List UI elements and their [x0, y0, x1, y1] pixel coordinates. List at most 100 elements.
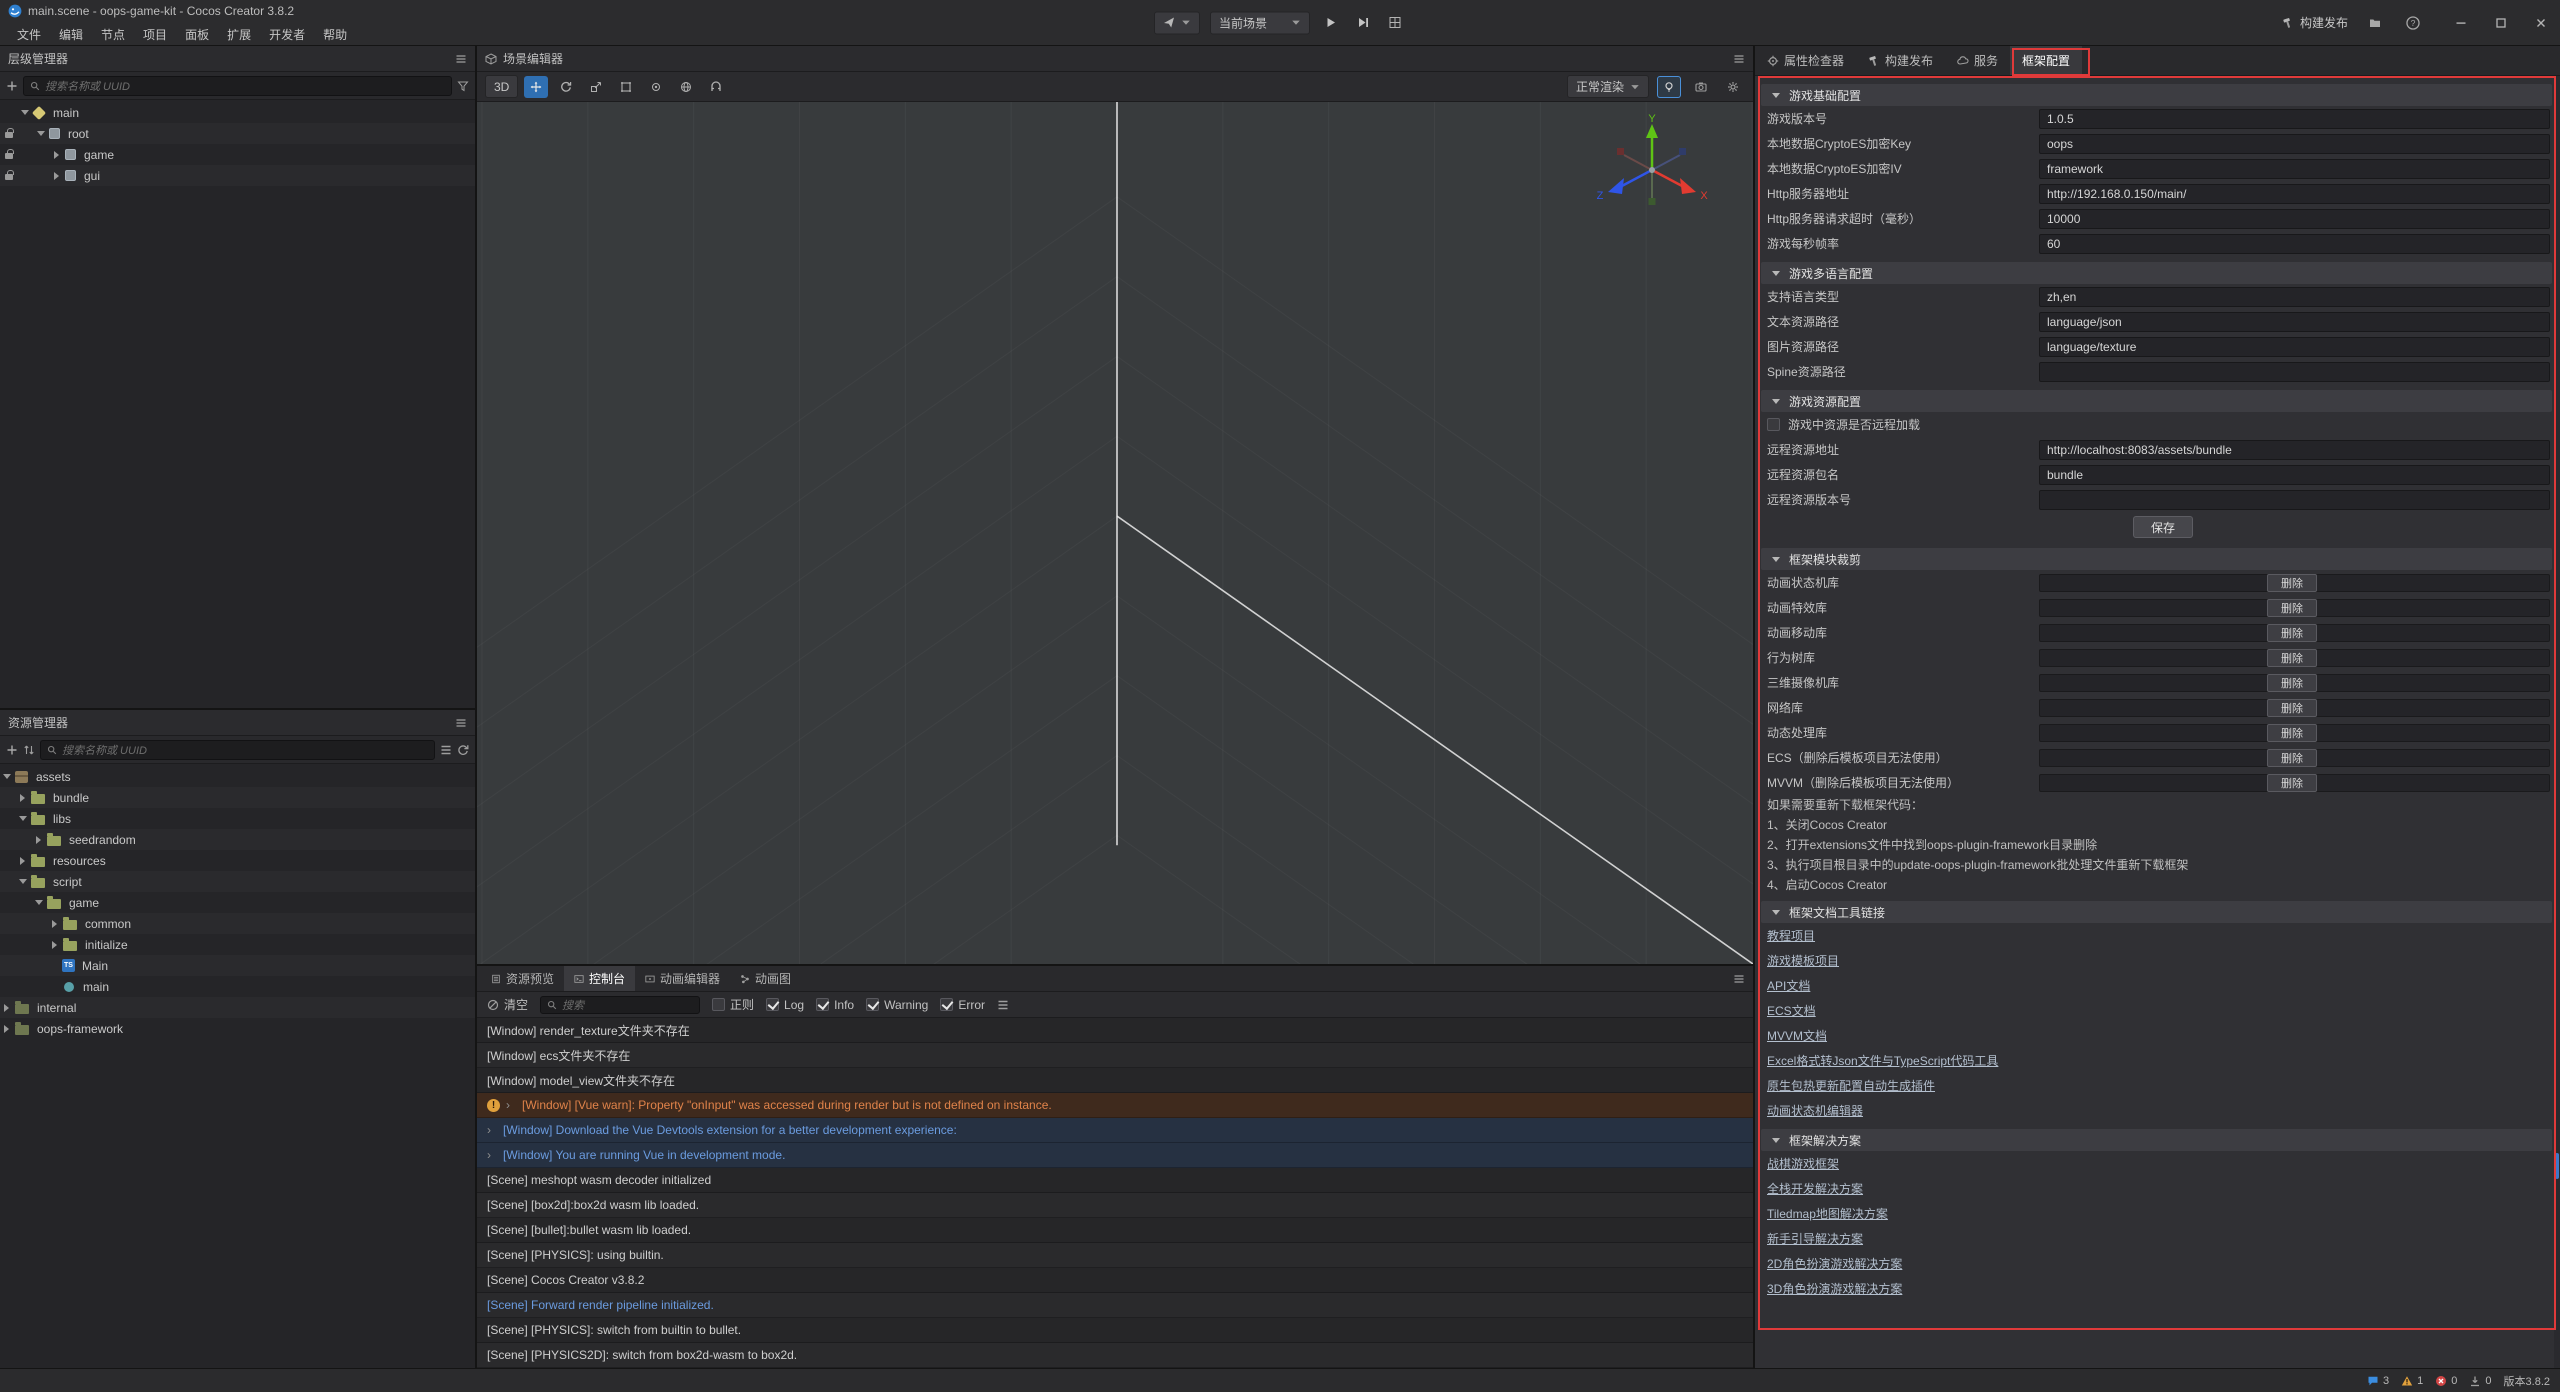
move-tool-button[interactable] [524, 76, 548, 98]
console-filter-regex[interactable]: 正则 [712, 996, 754, 1013]
inspector-tab-framework-config[interactable]: 框架配置 [2010, 46, 2082, 75]
expand-arrow-icon[interactable] [3, 774, 11, 779]
asset-node[interactable]: oops-framework [0, 1018, 475, 1039]
snap-toggle-button[interactable] [704, 76, 728, 98]
panel-menu-icon[interactable] [455, 717, 467, 729]
lock-icon[interactable] [5, 132, 13, 138]
panel-menu-icon[interactable] [1733, 53, 1745, 65]
console-clear-button[interactable]: 清空 [487, 996, 528, 1013]
texture-path-input[interactable]: language/texture [2039, 337, 2550, 357]
minimize-button[interactable] [2450, 12, 2472, 34]
console-filter-log[interactable]: Log [766, 998, 804, 1012]
asset-node[interactable]: initialize [0, 934, 475, 955]
log-row[interactable]: ›[Window] Download the Vue Devtools exte… [477, 1118, 1753, 1143]
hierarchy-filter-icon[interactable] [457, 80, 469, 92]
inspector-tab-build[interactable]: 构建发布 [1856, 46, 1945, 75]
doc-link[interactable]: MVVM文档 [1767, 1027, 1827, 1044]
console-search-input[interactable]: 搜索 [540, 996, 700, 1014]
scrollbar-thumb[interactable] [2555, 1153, 2559, 1179]
layout-button[interactable] [1384, 12, 1406, 34]
log-row[interactable]: [Window] ecs文件夹不存在 [477, 1043, 1753, 1068]
chevron-right-icon[interactable]: › [487, 1148, 497, 1162]
crypto-key-input[interactable]: oops [2039, 134, 2550, 154]
log-row[interactable]: [Window] model_view文件夹不存在 [477, 1068, 1753, 1093]
inspector-scrollbar[interactable] [2554, 76, 2560, 1368]
expand-arrow-icon[interactable] [54, 151, 59, 159]
doc-link[interactable]: API文档 [1767, 977, 1810, 994]
render-mode-select[interactable]: 正常渲染 [1567, 75, 1649, 98]
asset-node[interactable]: libs [0, 808, 475, 829]
doc-link[interactable]: 全栈开发解决方案 [1767, 1180, 1863, 1197]
expand-arrow-icon[interactable] [52, 941, 57, 949]
rotate-tool-button[interactable] [554, 76, 578, 98]
hierarchy-node[interactable]: game [0, 144, 475, 165]
axis-y-label[interactable]: Y [1648, 113, 1656, 125]
axis-z-label[interactable]: Z [1597, 190, 1604, 202]
assets-list-view-icon[interactable] [440, 744, 452, 756]
remote-version-input[interactable] [2039, 490, 2550, 510]
hierarchy-node[interactable]: main [0, 102, 475, 123]
inspector-tab-service[interactable]: 服务 [1945, 46, 2010, 75]
asset-node[interactable]: seedrandom [0, 829, 475, 850]
status-info-counter[interactable]: 3 [2367, 1375, 2389, 1387]
spine-path-input[interactable] [2039, 362, 2550, 382]
sort-assets-icon[interactable] [23, 744, 35, 756]
expand-arrow-icon[interactable] [4, 1004, 9, 1012]
delete-ecs-button[interactable]: 删除 [2267, 749, 2317, 767]
log-row[interactable]: [Scene] Cocos Creator v3.8.2 [477, 1268, 1753, 1293]
lock-icon[interactable] [5, 153, 13, 159]
add-node-icon[interactable] [6, 80, 18, 92]
axis-x-label[interactable]: X [1700, 190, 1708, 202]
asset-node[interactable]: internal [0, 997, 475, 1018]
hierarchy-node[interactable]: root [0, 123, 475, 144]
log-row[interactable]: ›[Window] You are running Vue in develop… [477, 1143, 1753, 1168]
scale-tool-button[interactable] [584, 76, 608, 98]
preview-scene-select[interactable]: 当前场景 [1210, 11, 1310, 34]
doc-link[interactable]: 战棋游戏框架 [1767, 1155, 1839, 1172]
asset-node[interactable]: main [0, 976, 475, 997]
rect-tool-button[interactable] [614, 76, 638, 98]
pivot-toggle-button[interactable] [644, 76, 668, 98]
log-row[interactable]: [Scene] [PHYSICS]: switch from builtin t… [477, 1318, 1753, 1343]
log-row[interactable]: [Scene] [bullet]:bullet wasm lib loaded. [477, 1218, 1753, 1243]
log-row[interactable]: [Scene] meshopt wasm decoder initialized [477, 1168, 1753, 1193]
section-header-game-resource[interactable]: 游戏资源配置 [1761, 390, 2552, 412]
neg-y-handle[interactable] [1649, 198, 1656, 205]
delete-mvvm-button[interactable]: 删除 [2267, 774, 2317, 792]
collapse-logs-icon[interactable] [997, 999, 1009, 1011]
play-button[interactable] [1320, 12, 1342, 34]
neg-x-handle[interactable] [1617, 148, 1624, 155]
menu-item[interactable]: 文件 [8, 26, 50, 43]
panel-menu-icon[interactable] [455, 53, 467, 65]
coordinate-toggle-button[interactable] [674, 76, 698, 98]
console-tab-animation-graph[interactable]: 动画图 [730, 966, 801, 991]
asset-node[interactable]: TSMain [0, 955, 475, 976]
chevron-right-icon[interactable]: › [506, 1098, 516, 1112]
asset-node[interactable]: script [0, 871, 475, 892]
expand-arrow-icon[interactable] [52, 920, 57, 928]
doc-link[interactable]: 教程项目 [1767, 927, 1815, 944]
delete-camera-3d-button[interactable]: 删除 [2267, 674, 2317, 692]
status-warning-counter[interactable]: 1 [2401, 1375, 2423, 1387]
preview-target-button[interactable] [1154, 11, 1200, 34]
expand-arrow-icon[interactable] [4, 1025, 9, 1033]
doc-link[interactable]: ECS文档 [1767, 1002, 1816, 1019]
expand-arrow-icon[interactable] [20, 857, 25, 865]
game-version-input[interactable]: 1.0.5 [2039, 109, 2550, 129]
expand-arrow-icon[interactable] [36, 836, 41, 844]
menu-item[interactable]: 开发者 [260, 26, 314, 43]
maximize-button[interactable] [2490, 12, 2512, 34]
add-asset-icon[interactable] [6, 744, 18, 756]
view-gizmo[interactable]: Y X Z [1587, 112, 1717, 232]
remote-bundle-input[interactable]: bundle [2039, 465, 2550, 485]
delete-anim-move-button[interactable]: 删除 [2267, 624, 2317, 642]
doc-link[interactable]: 游戏模板项目 [1767, 952, 1839, 969]
remote-load-checkbox[interactable] [1767, 418, 1780, 431]
menu-item[interactable]: 扩展 [218, 26, 260, 43]
menu-item[interactable]: 项目 [134, 26, 176, 43]
remote-url-input[interactable]: http://localhost:8083/assets/bundle [2039, 440, 2550, 460]
log-row[interactable]: [Scene] [PHYSICS2D]: switch from box2d-w… [477, 1343, 1753, 1368]
open-project-folder-button[interactable] [2364, 12, 2386, 34]
section-header-game-basic[interactable]: 游戏基础配置 [1761, 84, 2552, 106]
hierarchy-search-input[interactable]: 搜索名称或 UUID [23, 76, 452, 96]
